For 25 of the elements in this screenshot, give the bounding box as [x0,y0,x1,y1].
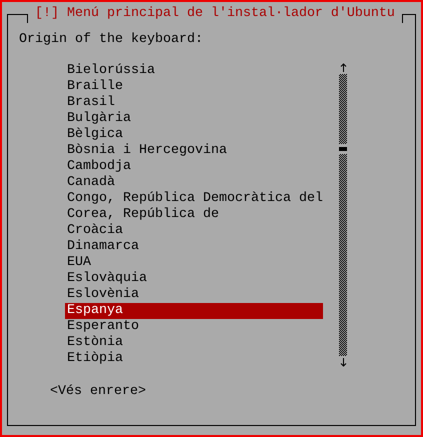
list-item[interactable]: Braille [65,79,323,95]
list-item[interactable]: Etiòpia [65,351,323,367]
list-item[interactable]: Eslovènia [65,287,323,303]
list-item[interactable]: Canadà [65,175,323,191]
scrollbar-track[interactable] [339,74,347,356]
list-item[interactable]: Eslovàquia [65,271,323,287]
list-item[interactable]: Cambodja [65,159,323,175]
list-item[interactable]: Bulgària [65,111,323,127]
list-item[interactable]: Congo, República Democràtica del [65,191,323,207]
back-button[interactable]: <Vés enrere> [50,384,146,400]
list-item[interactable]: EUA [65,255,323,271]
list-item[interactable]: Brasil [65,95,323,111]
list-item[interactable]: Corea, República de [65,207,323,223]
list-item[interactable]: Esperanto [65,319,323,335]
list-item[interactable]: Bielorússia [65,63,323,79]
list-item[interactable]: Croàcia [65,223,323,239]
scroll-up-arrow-icon[interactable] [340,63,346,72]
prompt-label: Origin of the keyboard: [19,32,204,48]
list-item[interactable]: Estònia [65,335,323,351]
list-item[interactable]: Bòsnia i Hercegovina [65,143,323,159]
scroll-down-arrow-icon[interactable] [340,358,346,367]
list-item[interactable]: Dinamarca [65,239,323,255]
window-title: [!] Menú principal de l'instal·lador d'Ubuntu [27,6,403,22]
list-item[interactable]: Bèlgica [65,127,323,143]
list-item[interactable]: Espanya [65,303,323,319]
